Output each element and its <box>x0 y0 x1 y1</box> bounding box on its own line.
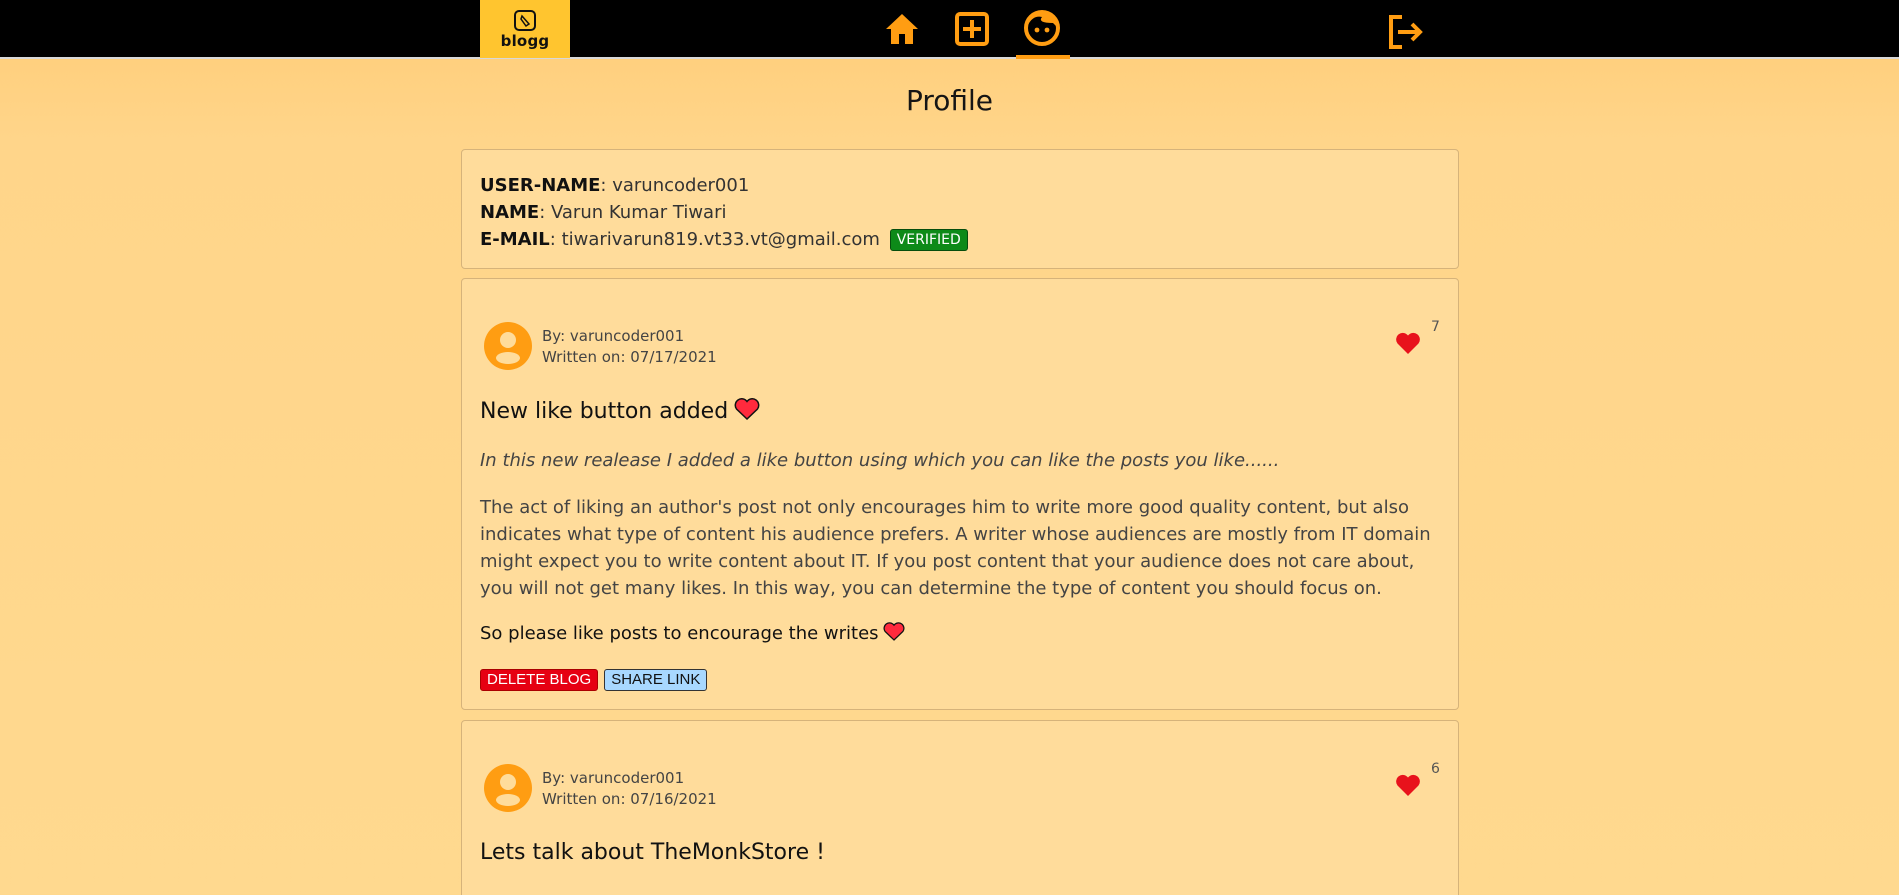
email-value: : tiwarivarun819.vt33.vt@gmail.com <box>549 229 880 250</box>
post-title: Lets talk about TheMonkStore ! <box>480 840 825 865</box>
nav-profile-button[interactable] <box>1023 9 1061 47</box>
profile-icon <box>1024 10 1060 46</box>
share-link-button[interactable]: SHARE LINK <box>604 669 708 691</box>
post-title-text: Lets talk about TheMonkStore ! <box>480 840 825 865</box>
post-author: By: varuncoder001 <box>542 327 685 345</box>
post-meta: By: varuncoder001 Written on: 07/16/2021 <box>542 768 717 810</box>
post-title: New like button added <box>480 398 760 424</box>
post-summary: In this new realease I added a like butt… <box>480 450 1280 471</box>
home-icon <box>886 14 918 44</box>
name-label: NAME <box>480 202 540 223</box>
post-body: The act of liking an author's post not o… <box>480 497 1431 599</box>
author-avatar-icon <box>484 764 532 812</box>
blogg-logo[interactable]: blogg <box>480 0 570 58</box>
email-label: E-MAIL <box>480 229 550 250</box>
like-count: 6 <box>1431 761 1440 777</box>
logo-text: blogg <box>500 32 550 50</box>
heart-emoji-icon <box>883 622 905 641</box>
email-row: E-MAIL: tiwarivarun819.vt33.vt@gmail.com… <box>480 226 1440 253</box>
post-date: Written on: 07/16/2021 <box>542 790 717 808</box>
active-tab-indicator <box>1016 55 1070 59</box>
logout-button[interactable] <box>1386 12 1426 52</box>
post-meta: By: varuncoder001 Written on: 07/17/2021 <box>542 326 717 368</box>
user-info-card: USER-NAME: varuncoder001 NAME: Varun Kum… <box>461 149 1459 269</box>
nav-add-post-button[interactable] <box>953 10 991 48</box>
add-post-icon <box>955 12 989 46</box>
author-avatar-icon <box>484 322 532 370</box>
logout-icon <box>1389 15 1423 49</box>
username-label: USER-NAME <box>480 175 601 196</box>
post-outro-text: So please like posts to encourage the wr… <box>480 623 879 644</box>
heart-emoji-icon <box>734 398 760 420</box>
name-row: NAME: Varun Kumar Tiwari <box>480 199 1440 226</box>
verified-badge: VERIFIED <box>889 229 968 251</box>
post-date: Written on: 07/17/2021 <box>542 348 717 366</box>
post-card: By: varuncoder001 Written on: 07/16/2021… <box>461 720 1459 895</box>
nav-home-button[interactable] <box>883 10 921 48</box>
delete-blog-button[interactable]: DELETE BLOG <box>480 669 599 691</box>
like-count: 7 <box>1431 319 1440 335</box>
like-button[interactable]: 6 <box>1395 761 1440 801</box>
post-card: By: varuncoder001 Written on: 07/17/2021… <box>461 278 1459 710</box>
page-title: Profile <box>905 84 994 117</box>
like-button[interactable]: 7 <box>1395 319 1440 359</box>
post-outro: So please like posts to encourage the wr… <box>480 622 905 644</box>
post-title-text: New like button added <box>480 399 729 424</box>
logo-mark-icon <box>514 10 536 31</box>
heart-icon <box>1396 332 1420 354</box>
top-navbar: blogg <box>0 0 1899 59</box>
name-value: : Varun Kumar Tiwari <box>539 202 727 223</box>
heart-icon <box>1396 774 1420 796</box>
username-value: : varuncoder001 <box>600 175 750 196</box>
post-author: By: varuncoder001 <box>542 769 685 787</box>
post-actions: DELETE BLOG SHARE LINK <box>480 669 708 691</box>
username-row: USER-NAME: varuncoder001 <box>480 172 1440 199</box>
